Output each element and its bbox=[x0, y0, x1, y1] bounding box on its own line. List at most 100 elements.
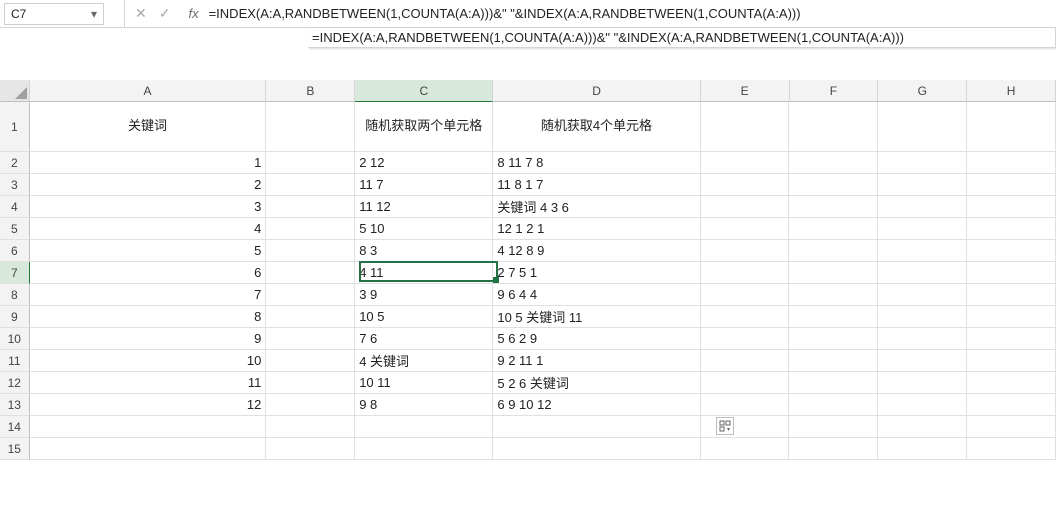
cell-H2[interactable] bbox=[967, 152, 1056, 174]
cell-C15[interactable] bbox=[355, 438, 493, 460]
row-header-12[interactable]: 12 bbox=[0, 372, 30, 394]
cell-A14[interactable] bbox=[30, 416, 267, 438]
cell-A11[interactable]: 10 bbox=[30, 350, 267, 372]
cell-A13[interactable]: 12 bbox=[30, 394, 267, 416]
cell-B12[interactable] bbox=[266, 372, 355, 394]
cell-C4[interactable]: 11 12 bbox=[355, 196, 493, 218]
cell-C14[interactable] bbox=[355, 416, 493, 438]
row-header-1[interactable]: 1 bbox=[0, 102, 30, 152]
cell-D10[interactable]: 5 6 2 9 bbox=[493, 328, 700, 350]
cell-E1[interactable] bbox=[701, 102, 790, 152]
spreadsheet-grid[interactable]: ABCDEFGH1关键词随机获取两个单元格随机获取4个单元格212 128 11… bbox=[0, 80, 1056, 460]
cell-G9[interactable] bbox=[878, 306, 967, 328]
cell-H6[interactable] bbox=[967, 240, 1056, 262]
cell-B8[interactable] bbox=[266, 284, 355, 306]
name-box[interactable]: C7 ▾ bbox=[4, 3, 104, 25]
cell-B3[interactable] bbox=[266, 174, 355, 196]
cell-D2[interactable]: 8 11 7 8 bbox=[493, 152, 700, 174]
cell-F7[interactable] bbox=[789, 262, 878, 284]
cell-B5[interactable] bbox=[266, 218, 355, 240]
cell-E12[interactable] bbox=[701, 372, 790, 394]
column-header-G[interactable]: G bbox=[878, 80, 967, 102]
row-header-3[interactable]: 3 bbox=[0, 174, 30, 196]
cell-A6[interactable]: 5 bbox=[30, 240, 267, 262]
autofill-options-icon[interactable] bbox=[716, 417, 734, 435]
cell-A4[interactable]: 3 bbox=[30, 196, 267, 218]
cell-F2[interactable] bbox=[789, 152, 878, 174]
cell-F1[interactable] bbox=[789, 102, 878, 152]
cell-F9[interactable] bbox=[789, 306, 878, 328]
cell-D1[interactable]: 随机获取4个单元格 bbox=[493, 102, 700, 152]
cell-D15[interactable] bbox=[493, 438, 700, 460]
cell-E13[interactable] bbox=[701, 394, 790, 416]
cell-H1[interactable] bbox=[967, 102, 1056, 152]
cell-E7[interactable] bbox=[701, 262, 790, 284]
column-header-C[interactable]: C bbox=[355, 80, 493, 102]
cell-F3[interactable] bbox=[789, 174, 878, 196]
cell-D13[interactable]: 6 9 10 12 bbox=[493, 394, 700, 416]
name-box-dropdown-icon[interactable]: ▾ bbox=[91, 7, 97, 21]
cell-G1[interactable] bbox=[878, 102, 967, 152]
cell-H8[interactable] bbox=[967, 284, 1056, 306]
cell-B15[interactable] bbox=[266, 438, 355, 460]
cell-H13[interactable] bbox=[967, 394, 1056, 416]
select-all-corner[interactable] bbox=[0, 80, 30, 102]
cell-H5[interactable] bbox=[967, 218, 1056, 240]
cell-D9[interactable]: 10 5 关键词 11 bbox=[493, 306, 700, 328]
column-header-F[interactable]: F bbox=[790, 80, 879, 102]
cell-E15[interactable] bbox=[701, 438, 790, 460]
cell-F13[interactable] bbox=[789, 394, 878, 416]
cell-C13[interactable]: 9 8 bbox=[355, 394, 493, 416]
cell-A7[interactable]: 6 bbox=[30, 262, 267, 284]
cell-H14[interactable] bbox=[967, 416, 1056, 438]
row-header-7[interactable]: 7 bbox=[0, 262, 30, 284]
cell-G12[interactable] bbox=[878, 372, 967, 394]
cell-H12[interactable] bbox=[967, 372, 1056, 394]
cell-G3[interactable] bbox=[878, 174, 967, 196]
cell-C12[interactable]: 10 11 bbox=[355, 372, 493, 394]
row-header-2[interactable]: 2 bbox=[0, 152, 30, 174]
cell-E11[interactable] bbox=[701, 350, 790, 372]
cell-G2[interactable] bbox=[878, 152, 967, 174]
row-header-11[interactable]: 11 bbox=[0, 350, 30, 372]
cell-C3[interactable]: 11 7 bbox=[355, 174, 493, 196]
cell-D12[interactable]: 5 2 6 关键词 bbox=[493, 372, 700, 394]
cell-C10[interactable]: 7 6 bbox=[355, 328, 493, 350]
cell-H7[interactable] bbox=[967, 262, 1056, 284]
column-header-B[interactable]: B bbox=[266, 80, 355, 102]
cell-F4[interactable] bbox=[789, 196, 878, 218]
cell-D11[interactable]: 9 2 11 1 bbox=[493, 350, 700, 372]
cell-A15[interactable] bbox=[30, 438, 267, 460]
cell-B14[interactable] bbox=[266, 416, 355, 438]
cell-H10[interactable] bbox=[967, 328, 1056, 350]
cell-A12[interactable]: 11 bbox=[30, 372, 267, 394]
cell-G11[interactable] bbox=[878, 350, 967, 372]
row-header-14[interactable]: 14 bbox=[0, 416, 30, 438]
cell-E10[interactable] bbox=[701, 328, 790, 350]
cell-D8[interactable]: 9 6 4 4 bbox=[493, 284, 700, 306]
row-header-5[interactable]: 5 bbox=[0, 218, 30, 240]
cell-B6[interactable] bbox=[266, 240, 355, 262]
cell-E9[interactable] bbox=[701, 306, 790, 328]
cell-C1[interactable]: 随机获取两个单元格 bbox=[355, 102, 493, 152]
cell-E4[interactable] bbox=[701, 196, 790, 218]
cell-A2[interactable]: 1 bbox=[30, 152, 267, 174]
cell-F5[interactable] bbox=[789, 218, 878, 240]
row-header-4[interactable]: 4 bbox=[0, 196, 30, 218]
cell-G5[interactable] bbox=[878, 218, 967, 240]
cell-A9[interactable]: 8 bbox=[30, 306, 267, 328]
cell-C5[interactable]: 5 10 bbox=[355, 218, 493, 240]
cell-E14[interactable] bbox=[701, 416, 790, 438]
cell-G8[interactable] bbox=[878, 284, 967, 306]
cell-H4[interactable] bbox=[967, 196, 1056, 218]
cell-D14[interactable] bbox=[493, 416, 700, 438]
cell-A1[interactable]: 关键词 bbox=[30, 102, 267, 152]
cell-G14[interactable] bbox=[878, 416, 967, 438]
cell-H3[interactable] bbox=[967, 174, 1056, 196]
cell-G15[interactable] bbox=[878, 438, 967, 460]
cell-F10[interactable] bbox=[789, 328, 878, 350]
cell-E8[interactable] bbox=[701, 284, 790, 306]
cell-G6[interactable] bbox=[878, 240, 967, 262]
cell-H9[interactable] bbox=[967, 306, 1056, 328]
fx-icon[interactable]: fx bbox=[180, 6, 206, 21]
